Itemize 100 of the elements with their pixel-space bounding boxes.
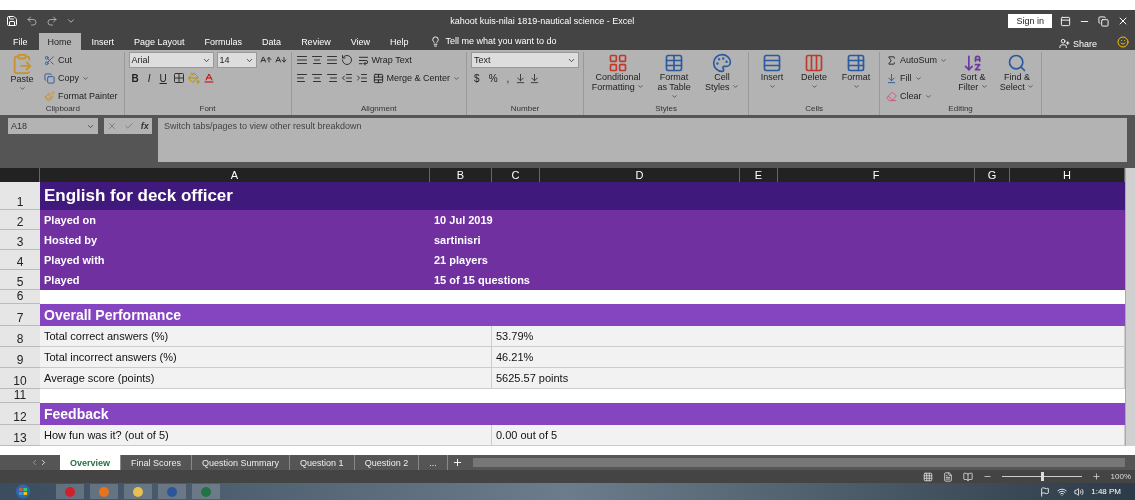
insert-function-button[interactable]: fx [140, 121, 149, 131]
ribbon-tab[interactable]: Page Layout [125, 33, 194, 50]
column-header[interactable]: E [740, 168, 778, 182]
column-header[interactable]: C [492, 168, 540, 182]
format-painter-button[interactable]: Format Painter [42, 88, 120, 104]
taskbar-app-button[interactable] [124, 484, 152, 499]
styles-button[interactable]: Conditional Formatting [588, 52, 649, 104]
row-header[interactable]: 13 [0, 425, 40, 446]
group-label: Styles [654, 104, 678, 115]
table-cell: Hosted by [40, 230, 430, 250]
row-header[interactable]: 12 [0, 403, 40, 425]
restore-icon[interactable] [1098, 13, 1109, 29]
row-header[interactable]: 3 [0, 230, 40, 250]
row-header[interactable]: 5 [0, 270, 40, 290]
search-icon [1007, 53, 1028, 73]
bold-button[interactable]: B [128, 70, 142, 86]
borders-icon[interactable] [172, 70, 185, 86]
column-header[interactable]: H [1010, 168, 1125, 182]
section-heading: Overall Performance [40, 304, 1125, 326]
undo-icon[interactable] [26, 13, 38, 29]
table-cell: Played on [40, 210, 430, 230]
caret-icon [1027, 82, 1035, 90]
ribbon-tab[interactable]: Insert [82, 33, 124, 50]
autosum-button[interactable]: AutoSum [884, 52, 950, 68]
wrap-text-button[interactable]: Wrap Text [355, 52, 414, 68]
zoom-level[interactable]: 100% [1110, 472, 1131, 481]
cells-button[interactable]: Delete [795, 52, 834, 104]
app-icon [98, 485, 110, 498]
table-cell: 0.00 out of 5 [492, 425, 1125, 446]
table-icon [846, 53, 867, 73]
row-header[interactable]: 4 [0, 250, 40, 270]
row-header[interactable]: 9 [0, 347, 40, 368]
vertical-scrollbar[interactable] [1125, 168, 1135, 446]
number-format-field[interactable]: Text [471, 52, 580, 68]
sheet-tab[interactable]: Overview [60, 455, 122, 470]
underline-button[interactable]: U [156, 70, 170, 86]
ribbon-tab[interactable]: Formulas [195, 33, 252, 50]
copy-button[interactable]: Copy [42, 70, 120, 86]
row-header[interactable]: 2 [0, 210, 40, 230]
paste-button[interactable]: Paste [6, 52, 38, 104]
ribbon-tab[interactable]: File [4, 33, 37, 50]
cut-button[interactable]: Cut [42, 52, 120, 68]
row-header[interactable]: 7 [0, 304, 40, 326]
table-cell: 46.21% [492, 347, 1125, 368]
fill-button[interactable]: Fill [884, 70, 950, 86]
rows-icon [762, 53, 783, 73]
start-icon[interactable] [14, 484, 32, 499]
ribbon-tab[interactable]: Data [253, 33, 291, 50]
caret-icon [18, 84, 26, 92]
tell-me-field[interactable]: Tell me what you want to do [445, 36, 557, 46]
percent-button[interactable]: % [485, 70, 501, 86]
name-box[interactable]: A18 [8, 118, 98, 134]
row-header[interactable]: 8 [0, 326, 40, 347]
ribbon-tab[interactable]: View [341, 33, 379, 50]
row-header[interactable]: 10 [0, 368, 40, 389]
horizontal-scrollbar[interactable] [472, 458, 1125, 467]
formula-field[interactable]: Switch tabs/pages to view other result breakdown [158, 118, 1127, 162]
column-header[interactable]: A [40, 168, 430, 182]
down-arrow-icon [886, 72, 898, 84]
column-header[interactable]: G [975, 168, 1010, 182]
clock[interactable]: 1:48 PM [1091, 487, 1121, 496]
italic-button[interactable]: I [144, 70, 154, 86]
row-header[interactable]: 6 [0, 290, 40, 304]
clear-button[interactable]: Clear [884, 88, 950, 104]
caret-icon [768, 82, 776, 90]
column-header[interactable]: F [778, 168, 975, 182]
comma-button[interactable]: , [503, 70, 513, 86]
ribbon-tab[interactable]: Review [292, 33, 340, 50]
column-header[interactable]: D [540, 168, 740, 182]
share-button[interactable]: Share [1052, 37, 1103, 50]
redo-icon[interactable] [46, 13, 58, 29]
styles-button[interactable]: Format as Table [652, 52, 697, 104]
ribbon-tab[interactable]: Help [381, 33, 418, 50]
smiley-icon[interactable] [1117, 34, 1129, 50]
styles-button[interactable]: Cell Styles [700, 52, 745, 104]
font-name-field[interactable]: Arial [128, 52, 214, 68]
editing-button[interactable]: Sort & Filter [953, 52, 994, 104]
font-size-field[interactable]: 14 [216, 52, 257, 68]
row-header[interactable]: 1 [0, 182, 40, 210]
save-icon[interactable] [6, 13, 18, 29]
editing-button[interactable]: Find & Select [997, 52, 1038, 104]
row-header[interactable]: 11 [0, 389, 40, 403]
column-header[interactable]: B [430, 168, 492, 182]
table-icon [664, 53, 685, 73]
window-title: kahoot kuis-nilai 1819-nautical science - Excel [449, 16, 636, 26]
cells-button[interactable]: Format [837, 52, 876, 104]
currency-button[interactable]: $ [471, 70, 483, 86]
scissors-icon [44, 54, 55, 66]
fill-color-icon[interactable] [187, 70, 200, 86]
select-all-corner[interactable] [0, 168, 40, 182]
sigma-icon [886, 54, 898, 66]
sheet-title: English for deck officer [40, 182, 1125, 210]
group-label: Font [198, 104, 217, 115]
sign-in-button[interactable]: Sign in [1008, 14, 1052, 28]
lightbulb-icon[interactable] [429, 33, 441, 49]
ribbon-tab[interactable]: Home [38, 33, 81, 50]
orientation-icon[interactable] [340, 52, 353, 68]
cells-button[interactable]: Insert [753, 52, 792, 104]
merge-center-button[interactable]: Merge & Center [370, 70, 463, 86]
group-label: Cells [804, 104, 824, 115]
